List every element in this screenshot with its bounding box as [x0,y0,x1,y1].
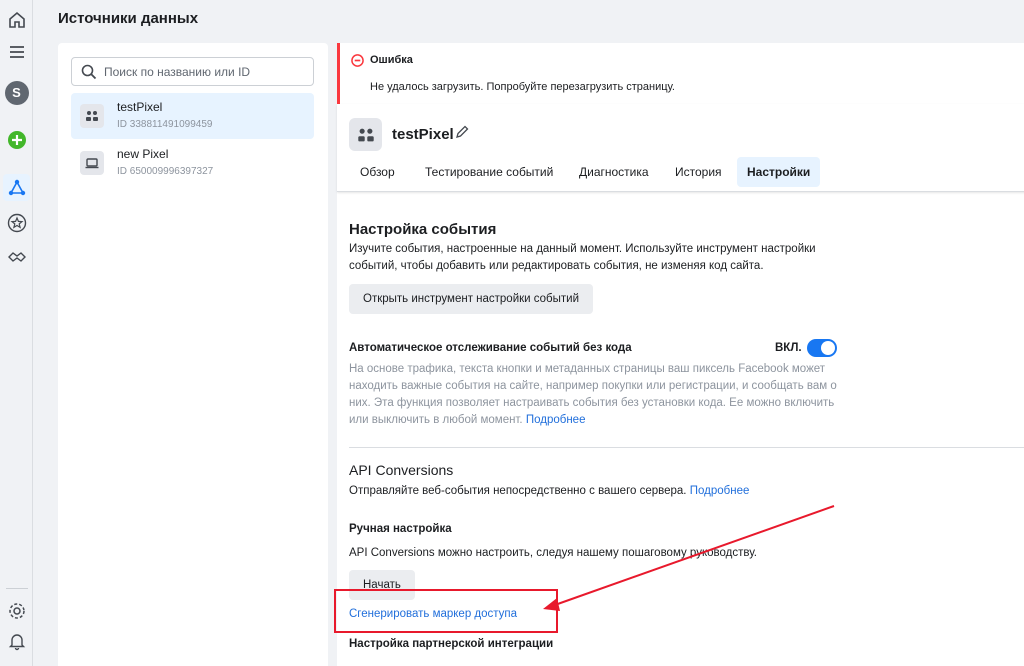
toggle-state-label: ВКЛ. [775,342,802,354]
api-description: Отправляйте веб-события непосредственно … [349,483,949,500]
open-event-setup-tool-button[interactable]: Открыть инструмент настройки событий [349,284,594,314]
icon-rail: S [0,0,33,666]
source-name: new Pixel [117,147,169,161]
toggle-knob [821,341,835,355]
auto-tracking-toggle[interactable] [807,339,837,357]
alert-text: Не удалось загрузить. Попробуйте перезаг… [370,81,675,93]
auto-tracking-title: Автоматическое отслеживание событий без … [349,342,632,354]
search-input[interactable] [104,62,309,82]
pixel-header: testPixel Обзор Тестирование событий Диа… [337,104,1024,192]
api-learn-more-link[interactable]: Подробнее [690,485,750,497]
partner-icon[interactable] [3,243,30,270]
error-alert: Ошибка Не удалось загрузить. Попробуйте … [337,43,1024,104]
manual-setup-description: API Conversions можно настроить, следуя … [349,547,757,559]
edit-pencil-icon[interactable] [455,125,469,139]
avatar[interactable]: S [3,79,30,106]
pixel-name: testPixel [392,126,454,143]
learn-more-link[interactable]: Подробнее [526,414,586,426]
search-box[interactable] [71,57,314,86]
source-name: testPixel [117,100,163,114]
tab-test-events[interactable]: Тестирование событий [415,157,563,187]
search-icon [81,64,97,80]
tab-history[interactable]: История [665,157,732,187]
source-id: ID 338811491099459 [117,119,213,130]
partner-integration-title: Настройка партнерской интеграции [349,638,554,650]
pixel-icon [349,118,382,151]
api-description-text: Отправляйте веб-события непосредственно … [349,485,687,497]
pixel-source-icon [80,104,104,128]
rail-divider [6,588,28,589]
section-divider [349,447,1024,448]
source-item-new-pixel[interactable]: new Pixel ID 650009996397327 [71,140,314,186]
laptop-icon [80,151,104,175]
tab-settings[interactable]: Настройки [737,157,821,187]
pixel-details-panel: Ошибка Не удалось загрузить. Попробуйте … [337,43,1024,666]
event-setup-title: Настройка события [349,221,497,238]
menu-icon[interactable] [3,38,30,65]
api-conversions-title: API Conversions [349,462,454,478]
annotation-highlight-box [334,589,558,633]
auto-tracking-description: На основе трафика, текста кнопки и метад… [349,361,839,429]
alert-title: Ошибка [370,54,413,66]
tab-overview[interactable]: Обзор [350,157,405,187]
error-icon [351,54,364,67]
home-icon[interactable] [3,6,30,33]
source-item-testpixel[interactable]: testPixel ID 338811491099459 [71,93,314,139]
star-icon[interactable] [3,209,30,236]
data-sources-panel: testPixel ID 338811491099459 new Pixel I… [58,43,328,666]
settings-icon[interactable] [3,597,30,624]
tab-diagnostics[interactable]: Диагностика [569,157,659,187]
page-title: Источники данных [58,10,199,27]
source-id: ID 650009996397327 [117,166,214,177]
bell-icon[interactable] [3,627,30,654]
add-icon[interactable] [3,126,30,153]
events-manager-icon[interactable] [3,174,30,201]
manual-setup-title: Ручная настройка [349,523,452,535]
event-setup-description: Изучите события, настроенные на данный м… [349,243,816,272]
auto-tracking-text: На основе трафика, текста кнопки и метад… [349,363,837,426]
avatar-letter: S [4,80,29,105]
